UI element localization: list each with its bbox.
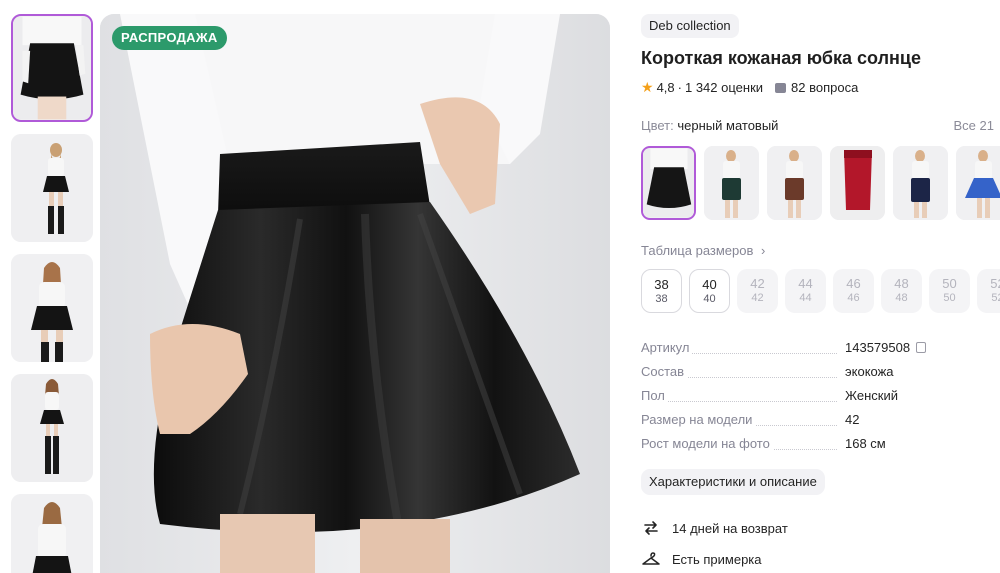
size-alt-label: 46 <box>847 292 860 304</box>
fitting-text: Есть примерка <box>672 551 762 567</box>
spec-label: Размер на модели <box>641 412 756 427</box>
questions-icon <box>775 82 787 93</box>
questions-link[interactable]: 82 вопроса <box>791 80 858 95</box>
hanger-icon <box>642 552 660 565</box>
sale-badge: РАСПРОДАЖА <box>112 26 227 50</box>
size-options: 38 38 40 40 42 42 44 44 46 46 48 48 50 5… <box>641 269 1000 313</box>
color-options <box>641 146 1000 220</box>
spec-row: Состав экокожа <box>641 364 1000 382</box>
star-icon: ★ <box>641 79 654 95</box>
color-option-black[interactable] <box>641 146 696 220</box>
size-option[interactable]: 40 40 <box>689 269 730 313</box>
model-back-view-photo <box>11 134 93 242</box>
thumbnail-2[interactable] <box>11 134 93 242</box>
size-alt-label: 52 <box>991 292 1000 304</box>
size-label: 44 <box>798 276 813 291</box>
color-option-brown[interactable] <box>767 146 822 220</box>
blue-skirt-swatch <box>956 146 1000 220</box>
skirt-photo-closeup <box>13 16 91 120</box>
spec-row: Рост модели на фото 168 см <box>641 436 1000 454</box>
black-skirt-swatch <box>643 148 694 218</box>
spec-row: Артикул 143579508 <box>641 340 1000 358</box>
product-title: Короткая кожаная юбка солнце <box>641 48 921 68</box>
size-label: 50 <box>942 276 957 291</box>
reviews-link[interactable]: 1 342 оценки <box>685 80 763 95</box>
navy-skirt-swatch <box>893 146 948 220</box>
dark-green-skirt-swatch <box>704 146 759 220</box>
size-option[interactable]: 48 48 <box>881 269 922 313</box>
spec-value: Женский <box>845 388 898 403</box>
thumbnail-3[interactable] <box>11 254 93 362</box>
spec-label: Состав <box>641 364 688 379</box>
size-alt-label: 44 <box>799 292 812 304</box>
thumbnail-4[interactable] <box>11 374 93 482</box>
spec-value: 42 <box>845 412 860 427</box>
spec-value: 143579508 <box>845 340 927 355</box>
copy-icon[interactable] <box>916 342 927 353</box>
size-label: 40 <box>702 277 717 292</box>
color-option-blue[interactable] <box>956 146 1000 220</box>
brand-link[interactable]: Deb collection <box>641 14 739 38</box>
spec-label: Пол <box>641 388 668 403</box>
all-colors-link[interactable]: Все 21 <box>954 118 994 133</box>
spec-label: Рост модели на фото <box>641 436 773 451</box>
spec-value: 168 см <box>845 436 886 451</box>
color-value: черный матовый <box>677 118 779 133</box>
rating-value[interactable]: 4,8 <box>657 80 675 95</box>
size-label: 46 <box>846 276 861 291</box>
size-table-label: Таблица размеров <box>641 243 754 258</box>
spec-label: Артикул <box>641 340 693 355</box>
size-alt-label: 50 <box>943 292 956 304</box>
size-label: 48 <box>894 276 909 291</box>
size-label: 38 <box>654 277 669 292</box>
color-label: Цвет: <box>641 118 674 133</box>
fitting-feature: Есть примерка <box>641 549 762 569</box>
return-arrows-icon <box>644 521 658 535</box>
chevron-right-icon: › <box>761 243 766 258</box>
color-option-green[interactable] <box>704 146 759 220</box>
color-option-navy[interactable] <box>893 146 948 220</box>
size-alt-label: 40 <box>703 293 716 305</box>
red-skirt-swatch <box>830 146 885 220</box>
model-front-photo <box>11 494 93 573</box>
rating-row: ★ 4,8 · 1 342 оценки 82 вопроса <box>641 79 858 96</box>
product-info-panel: Deb collection Короткая кожаная юбка сол… <box>641 0 1000 573</box>
color-row: Цвет: черный матовый Все 21 <box>641 118 1000 133</box>
size-alt-label: 38 <box>655 293 668 305</box>
size-alt-label: 42 <box>751 292 764 304</box>
thumbnail-5[interactable] <box>11 494 93 573</box>
leather-skirt-photo <box>100 14 610 573</box>
size-option[interactable]: 52 52 <box>977 269 1000 313</box>
size-table-link[interactable]: Таблица размеров › <box>641 243 765 258</box>
size-option[interactable]: 44 44 <box>785 269 826 313</box>
size-option[interactable]: 42 42 <box>737 269 778 313</box>
characteristics-button[interactable]: Характеристики и описание <box>641 469 825 495</box>
rating-separator: · <box>677 80 682 95</box>
return-feature: 14 дней на возврат <box>641 518 788 538</box>
size-option[interactable]: 38 38 <box>641 269 682 313</box>
color-option-red[interactable] <box>830 146 885 220</box>
spec-row: Пол Женский <box>641 388 1000 406</box>
brown-skirt-swatch <box>767 146 822 220</box>
model-front-seated-photo <box>11 254 93 362</box>
size-option[interactable]: 50 50 <box>929 269 970 313</box>
size-option[interactable]: 46 46 <box>833 269 874 313</box>
article-number: 143579508 <box>845 340 911 355</box>
size-label: 42 <box>750 276 765 291</box>
size-label: 52 <box>990 276 1000 291</box>
model-full-height-photo <box>11 374 93 482</box>
main-product-photo[interactable]: РАСПРОДАЖА <box>100 14 610 573</box>
size-alt-label: 48 <box>895 292 908 304</box>
thumbnail-1[interactable] <box>11 14 93 122</box>
spec-value: экокожа <box>845 364 894 379</box>
dotted-leader <box>641 401 837 402</box>
return-text: 14 дней на возврат <box>672 520 788 536</box>
spec-row: Размер на модели 42 <box>641 412 1000 430</box>
